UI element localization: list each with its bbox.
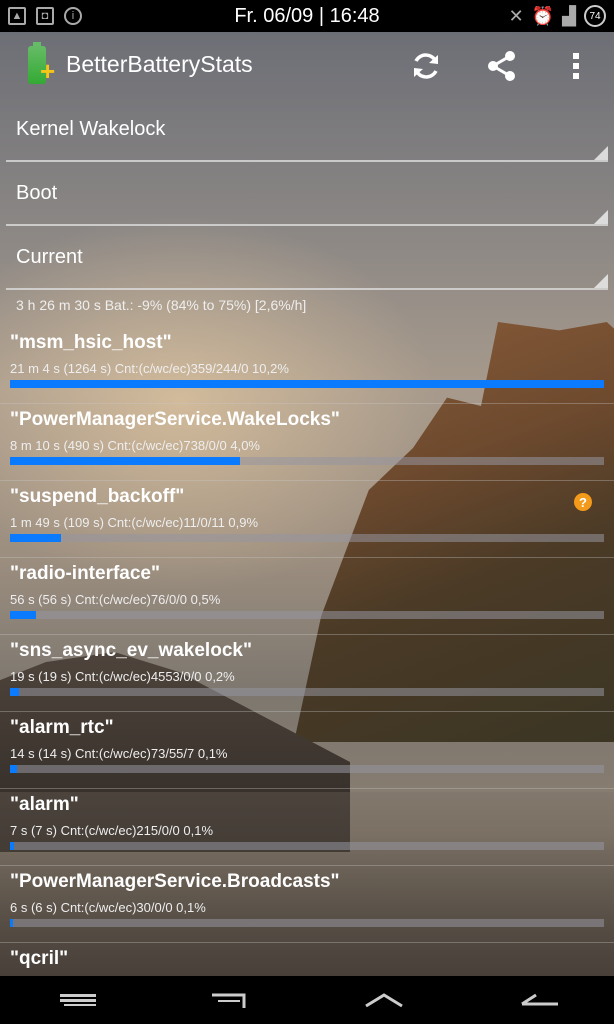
wakelock-detail: 8 m 10 s (490 s) Cnt:(c/wc/ec)738/0/0 4,…	[10, 438, 260, 453]
alarm-icon: ⏰	[531, 5, 555, 26]
dropdown-arrow-icon	[594, 274, 608, 288]
wakelock-row[interactable]: "suspend_backoff" 1 m 49 s (109 s) Cnt:(c…	[0, 480, 614, 558]
app-title: BetterBatteryStats	[66, 51, 253, 77]
stat-type-spinner[interactable]: Kernel Wakelock	[6, 98, 608, 162]
wakelock-row[interactable]: "sns_async_ev_wakelock" 19 s (19 s) Cnt:(…	[0, 634, 614, 712]
menu-icon[interactable]	[46, 986, 110, 1014]
wakelock-detail: 21 m 4 s (1264 s) Cnt:(c/wc/ec)359/244/0…	[10, 361, 289, 376]
wakelock-progress-fill	[10, 919, 13, 927]
wakelock-name: "msm_hsic_host"	[10, 332, 172, 353]
wakelock-name: "alarm"	[10, 794, 79, 815]
signal-icon: ▟	[562, 5, 576, 26]
wakelock-row[interactable]: "alarm" 7 s (7 s) Cnt:(c/wc/ec)215/0/0 0,…	[0, 788, 614, 866]
home-icon[interactable]	[352, 986, 416, 1014]
battery-summary: 3 h 26 m 30 s Bat.: -9% (84% to 75%) [2,…	[16, 297, 307, 313]
wakelock-name: "qcril"	[10, 948, 69, 969]
dropdown-arrow-icon	[594, 146, 608, 160]
app-logo-icon[interactable]: +	[24, 42, 60, 86]
wakelock-name: "sns_async_ev_wakelock"	[10, 640, 252, 661]
wakelock-progress-track	[10, 919, 604, 927]
wakelock-detail: 14 s (14 s) Cnt:(c/wc/ec)73/55/7 0,1%	[10, 746, 228, 761]
wakelock-detail: 6 s (6 s) Cnt:(c/wc/ec)30/0/0 0,1%	[10, 900, 206, 915]
wakelock-name: "PowerManagerService.WakeLocks"	[10, 409, 340, 430]
wakelock-detail: 7 s (7 s) Cnt:(c/wc/ec)215/0/0 0,1%	[10, 823, 214, 838]
wakelock-progress-fill	[10, 842, 14, 850]
to-reference-spinner[interactable]: Current	[6, 226, 608, 290]
navigation-bar	[0, 976, 614, 1024]
wakelock-progress-track	[10, 611, 604, 619]
wakelock-name: "radio-interface"	[10, 563, 160, 584]
wakelock-progress-fill	[10, 534, 62, 542]
wakelock-detail: 1 m 49 s (109 s) Cnt:(c/wc/ec)11/0/11 0,…	[10, 515, 259, 530]
wakelock-detail: 19 s (19 s) Cnt:(c/wc/ec)4553/0/0 0,2%	[10, 669, 235, 684]
recents-icon[interactable]	[198, 986, 262, 1014]
action-bar: + BetterBatteryStats	[0, 32, 614, 98]
from-reference-spinner[interactable]: Boot	[6, 162, 608, 226]
to-reference-value: Current	[16, 246, 83, 268]
help-icon[interactable]: ?	[574, 493, 592, 511]
wakelock-progress-fill	[10, 380, 604, 388]
wakelock-progress-fill	[10, 688, 19, 696]
back-icon[interactable]	[506, 986, 570, 1014]
wakelock-progress-track	[10, 534, 604, 542]
wakelock-row[interactable]: "alarm_rtc" 14 s (14 s) Cnt:(c/wc/ec)73/5…	[0, 711, 614, 789]
wakelock-row[interactable]: "PowerManagerService.WakeLocks" 8 m 10 s …	[0, 403, 614, 481]
share-icon[interactable]	[482, 46, 522, 86]
overflow-menu-icon[interactable]	[556, 46, 596, 86]
wakelock-row[interactable]: "PowerManagerService.Broadcasts" 6 s (6 s…	[0, 865, 614, 943]
wakelock-progress-track	[10, 765, 604, 773]
wakelock-detail: 56 s (56 s) Cnt:(c/wc/ec)76/0/0 0,5%	[10, 592, 221, 607]
wakelock-name: "suspend_backoff"	[10, 486, 185, 507]
wakelock-progress-fill	[10, 611, 37, 619]
wakelock-name: "PowerManagerService.Broadcasts"	[10, 871, 340, 892]
wakelock-progress-track	[10, 688, 604, 696]
wakelock-progress-fill	[10, 765, 17, 773]
wakelock-progress-track	[10, 842, 604, 850]
wakelock-name: "alarm_rtc"	[10, 717, 114, 738]
status-bar: ▲ ◘ i Fr. 06/09 | 16:48 ✕ ⏰ ▟ 74	[0, 0, 614, 32]
wakelock-progress-fill	[10, 457, 241, 465]
wakelock-row[interactable]: "msm_hsic_host" 21 m 4 s (1264 s) Cnt:(c/…	[0, 326, 614, 404]
wakelock-progress-track	[10, 380, 604, 388]
mute-icon: ✕	[508, 5, 524, 26]
wakelock-row[interactable]: "radio-interface" 56 s (56 s) Cnt:(c/wc/e…	[0, 557, 614, 635]
from-reference-value: Boot	[16, 182, 58, 204]
refresh-icon[interactable]	[406, 46, 446, 86]
battery-icon: 74	[584, 5, 606, 27]
stat-type-value: Kernel Wakelock	[16, 118, 166, 140]
dropdown-arrow-icon	[594, 210, 608, 224]
wakelock-progress-track	[10, 457, 604, 465]
